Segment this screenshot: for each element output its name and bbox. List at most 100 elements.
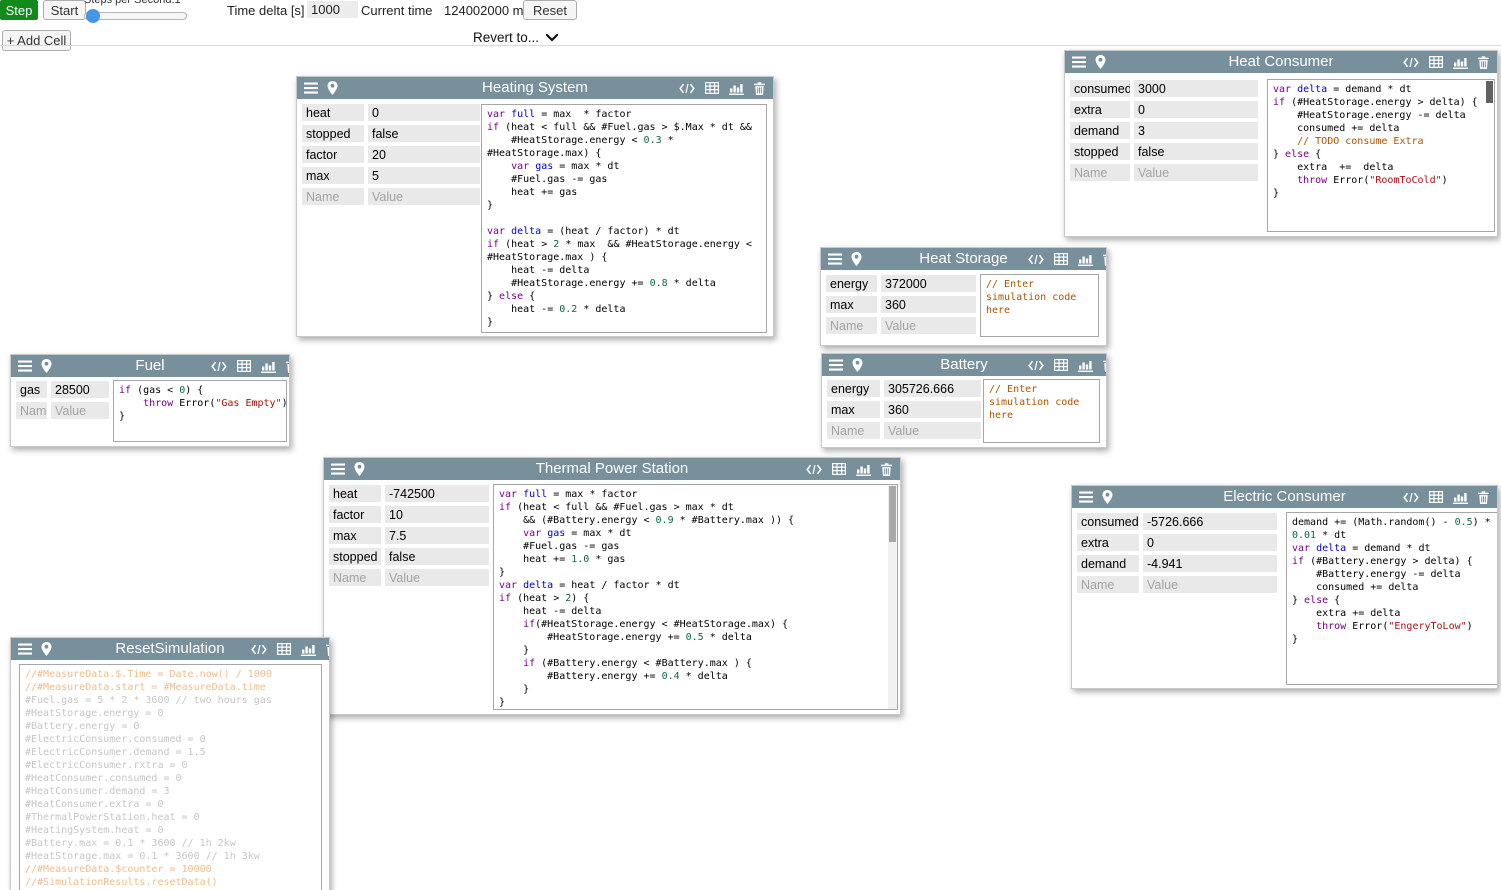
menu-icon[interactable] — [331, 463, 345, 475]
location-pin-icon[interactable] — [354, 462, 365, 476]
code-editor[interactable]: // Enter simulation code here — [983, 379, 1100, 443]
new-var-name-input[interactable] — [1070, 164, 1130, 181]
trash-icon[interactable] — [754, 82, 765, 95]
code-icon[interactable] — [1403, 492, 1419, 503]
var-value-input[interactable] — [1143, 555, 1277, 572]
location-pin-icon[interactable] — [1095, 55, 1106, 69]
panel-header[interactable]: Thermal Power Station — [324, 458, 900, 480]
code-editor[interactable]: //#MeasureData.$.Time = Date.now() / 100… — [19, 664, 322, 890]
start-button[interactable]: Start — [43, 0, 86, 20]
table-icon[interactable] — [1054, 253, 1068, 265]
code-editor[interactable]: // Enter simulation code here — [980, 274, 1099, 337]
var-name-input[interactable] — [827, 380, 880, 397]
var-value-input[interactable] — [51, 381, 109, 398]
code-icon[interactable] — [806, 464, 822, 475]
panel-header[interactable]: Heat Consumer — [1065, 51, 1497, 73]
location-pin-icon[interactable] — [852, 358, 863, 372]
code-editor[interactable]: var full = max * factor if (heat < full … — [493, 484, 898, 710]
new-var-value-input[interactable] — [385, 569, 489, 586]
new-var-name-input[interactable] — [302, 188, 364, 205]
code-icon[interactable] — [211, 361, 227, 372]
var-name-input[interactable] — [329, 485, 381, 502]
add-cell-button[interactable]: + Add Cell — [2, 30, 71, 51]
new-var-value-input[interactable] — [51, 402, 109, 419]
var-name-input[interactable] — [1070, 143, 1130, 160]
var-value-input[interactable] — [385, 506, 489, 523]
panel-header[interactable]: Heat Storage — [821, 248, 1106, 270]
new-var-name-input[interactable] — [826, 317, 877, 334]
menu-icon[interactable] — [18, 360, 32, 372]
trash-icon[interactable] — [1478, 56, 1489, 69]
var-value-input[interactable] — [385, 548, 489, 565]
code-icon[interactable] — [1028, 254, 1044, 265]
new-var-value-input[interactable] — [884, 422, 981, 439]
var-value-input[interactable] — [1143, 534, 1277, 551]
table-icon[interactable] — [1429, 491, 1443, 503]
var-value-input[interactable] — [1143, 513, 1277, 530]
new-var-value-input[interactable] — [368, 188, 480, 205]
new-var-value-input[interactable] — [1134, 164, 1258, 181]
var-value-input[interactable] — [1134, 122, 1258, 139]
var-name-input[interactable] — [826, 275, 877, 292]
code-icon[interactable] — [1403, 57, 1419, 68]
table-icon[interactable] — [237, 360, 251, 372]
var-name-input[interactable] — [1070, 122, 1130, 139]
menu-icon[interactable] — [829, 359, 843, 371]
var-value-input[interactable] — [1134, 143, 1258, 160]
var-name-input[interactable] — [827, 401, 880, 418]
trash-icon[interactable] — [1103, 253, 1107, 266]
menu-icon[interactable] — [18, 643, 32, 655]
var-value-input[interactable] — [385, 485, 489, 502]
var-name-input[interactable] — [1070, 80, 1130, 97]
steps-per-second-slider[interactable] — [84, 9, 187, 23]
trash-icon[interactable] — [1103, 359, 1107, 372]
table-icon[interactable] — [1054, 359, 1068, 371]
table-icon[interactable] — [832, 463, 846, 475]
var-value-input[interactable] — [1134, 101, 1258, 118]
code-editor[interactable]: if (gas < 0) { throw Error("Gas Empty") … — [113, 380, 287, 442]
var-value-input[interactable] — [385, 527, 489, 544]
var-value-input[interactable] — [368, 167, 480, 184]
new-var-value-input[interactable] — [881, 317, 976, 334]
panel-header[interactable]: ResetSimulation — [11, 638, 329, 660]
panel-header[interactable]: Electric Consumer — [1072, 486, 1497, 508]
panel-header[interactable]: Heating System — [297, 77, 773, 99]
panel-header[interactable]: Fuel — [11, 355, 289, 377]
var-name-input[interactable] — [16, 381, 47, 398]
var-value-input[interactable] — [881, 275, 976, 292]
table-icon[interactable] — [277, 643, 291, 655]
location-pin-icon[interactable] — [1102, 490, 1113, 504]
table-icon[interactable] — [1429, 56, 1443, 68]
var-name-input[interactable] — [302, 167, 364, 184]
step-button[interactable]: Step — [0, 0, 38, 20]
var-value-input[interactable] — [881, 296, 976, 313]
panel-header[interactable]: Battery — [822, 354, 1106, 376]
var-name-input[interactable] — [302, 146, 364, 163]
trash-icon[interactable] — [881, 463, 892, 476]
time-delta-input[interactable] — [307, 1, 358, 18]
chart-icon[interactable] — [1078, 359, 1093, 372]
var-name-input[interactable] — [329, 548, 381, 565]
var-name-input[interactable] — [1077, 534, 1139, 551]
new-var-name-input[interactable] — [329, 569, 381, 586]
chart-icon[interactable] — [856, 463, 871, 476]
code-editor[interactable]: var delta = demand * dt if (#HeatStorage… — [1267, 79, 1495, 232]
chart-icon[interactable] — [301, 643, 316, 656]
var-name-input[interactable] — [329, 527, 381, 544]
code-icon[interactable] — [679, 83, 695, 94]
var-name-input[interactable] — [1077, 555, 1139, 572]
chart-icon[interactable] — [1453, 56, 1468, 69]
trash-icon[interactable] — [326, 643, 330, 656]
chart-icon[interactable] — [1453, 491, 1468, 504]
code-icon[interactable] — [251, 644, 267, 655]
code-editor[interactable]: var full = max * factor if (heat < full … — [481, 104, 767, 333]
code-editor[interactable]: demand += (Math.random() - 0.5) * 0.01 *… — [1286, 512, 1498, 685]
var-value-input[interactable] — [884, 380, 981, 397]
new-var-value-input[interactable] — [1143, 576, 1277, 593]
revert-dropdown[interactable]: Revert to... — [473, 30, 558, 45]
var-value-input[interactable] — [368, 146, 480, 163]
scrollbar-thumb[interactable] — [1486, 81, 1493, 103]
reset-button[interactable]: Reset — [523, 0, 577, 20]
location-pin-icon[interactable] — [327, 81, 338, 95]
var-name-input[interactable] — [1077, 513, 1139, 530]
